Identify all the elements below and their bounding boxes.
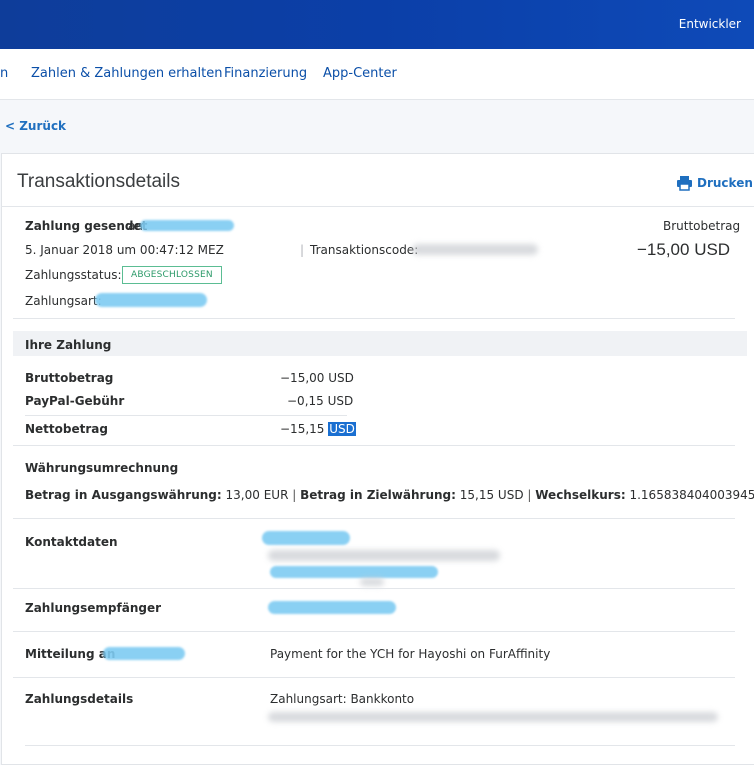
main-nav: n Zahlen & Zahlungen erhalten Finanzieru… bbox=[0, 49, 754, 100]
redacted-contact-extra bbox=[360, 578, 384, 586]
redacted-contact-email bbox=[270, 566, 438, 578]
divider bbox=[13, 631, 735, 632]
recipient-label: Zahlungsempfänger bbox=[25, 601, 162, 615]
printer-icon bbox=[677, 176, 692, 191]
divider bbox=[25, 745, 735, 746]
developer-link[interactable]: Entwickler bbox=[679, 17, 741, 31]
fee-value: −0,15 USD bbox=[287, 394, 354, 408]
gross-amount-label: Bruttobetrag bbox=[663, 219, 741, 233]
redacted-transaction-code bbox=[412, 244, 538, 255]
divider bbox=[13, 677, 735, 678]
divider bbox=[13, 318, 735, 319]
status-badge: ABGESCHLOSSEN bbox=[122, 266, 222, 284]
status-label: Zahlungsstatus: bbox=[25, 268, 122, 282]
nav-item-payments[interactable]: Zahlen & Zahlungen erhalten bbox=[31, 66, 222, 81]
conversion-line: Betrag in Ausgangswährung: 13,00 EUR | B… bbox=[25, 488, 754, 502]
source-amount-label: Betrag in Ausgangswährung: bbox=[25, 488, 222, 502]
nav-item-financing[interactable]: Finanzierung bbox=[224, 66, 307, 81]
redacted-recipient bbox=[140, 220, 234, 231]
contact-label: Kontaktdaten bbox=[25, 535, 118, 549]
payment-type-label: Zahlungsart: bbox=[25, 294, 102, 308]
net-value: −15,15 USD bbox=[280, 422, 356, 436]
divider bbox=[13, 588, 735, 589]
transaction-code-label: Transaktionscode: bbox=[310, 243, 419, 257]
payment-details-type: Zahlungsart: Bankkonto bbox=[270, 692, 415, 706]
target-amount-label: Betrag in Zielwährung: bbox=[300, 488, 456, 502]
gross-label: Bruttobetrag bbox=[25, 371, 114, 385]
exchange-rate-value: 1.165838404003945 bbox=[629, 488, 754, 502]
fee-label: PayPal-Gebühr bbox=[25, 394, 125, 408]
your-payment-header: Ihre Zahlung bbox=[25, 338, 112, 352]
nav-item-partial[interactable]: n bbox=[0, 66, 8, 81]
gross-amount-value: −15,00 USD bbox=[637, 240, 731, 259]
net-label: Nettobetrag bbox=[25, 422, 108, 436]
top-header-bar: Entwickler bbox=[0, 0, 754, 49]
redacted-contact-info bbox=[268, 550, 500, 561]
section-header-bg bbox=[13, 331, 747, 356]
divider bbox=[13, 518, 735, 519]
gross-value: −15,00 USD bbox=[280, 371, 354, 385]
message-text: Payment for the YCH for Hayoshi on FurAf… bbox=[270, 647, 551, 661]
conversion-header: Währungsumrechnung bbox=[25, 461, 179, 475]
source-amount-value: 13,00 EUR bbox=[225, 488, 289, 502]
target-amount-value: 15,15 USD bbox=[459, 488, 524, 502]
divider bbox=[25, 415, 347, 416]
message-label: Mitteilung an bbox=[25, 647, 116, 661]
divider bbox=[1, 206, 754, 207]
redacted-payment-type bbox=[95, 293, 207, 307]
divider bbox=[13, 445, 735, 446]
redacted-recipient-email bbox=[268, 601, 396, 614]
nav-item-app-center[interactable]: App-Center bbox=[323, 66, 397, 81]
net-currency-selected: USD bbox=[328, 422, 356, 436]
redacted-contact-name bbox=[262, 531, 350, 545]
payment-details-label: Zahlungsdetails bbox=[25, 692, 134, 706]
redacted-message-recipient bbox=[103, 647, 185, 660]
page-title: Transaktionsdetails bbox=[17, 171, 180, 192]
transaction-date: 5. Januar 2018 um 00:47:12 MEZ bbox=[25, 243, 224, 257]
exchange-rate-label: Wechselkurs: bbox=[535, 488, 626, 502]
separator: | bbox=[300, 243, 305, 257]
back-link[interactable]: < Zurück bbox=[5, 119, 66, 133]
net-amount: −15,15 bbox=[280, 422, 325, 436]
print-button[interactable]: Drucken bbox=[676, 175, 753, 191]
print-label: Drucken bbox=[697, 176, 753, 190]
redacted-bank-details bbox=[268, 712, 718, 722]
